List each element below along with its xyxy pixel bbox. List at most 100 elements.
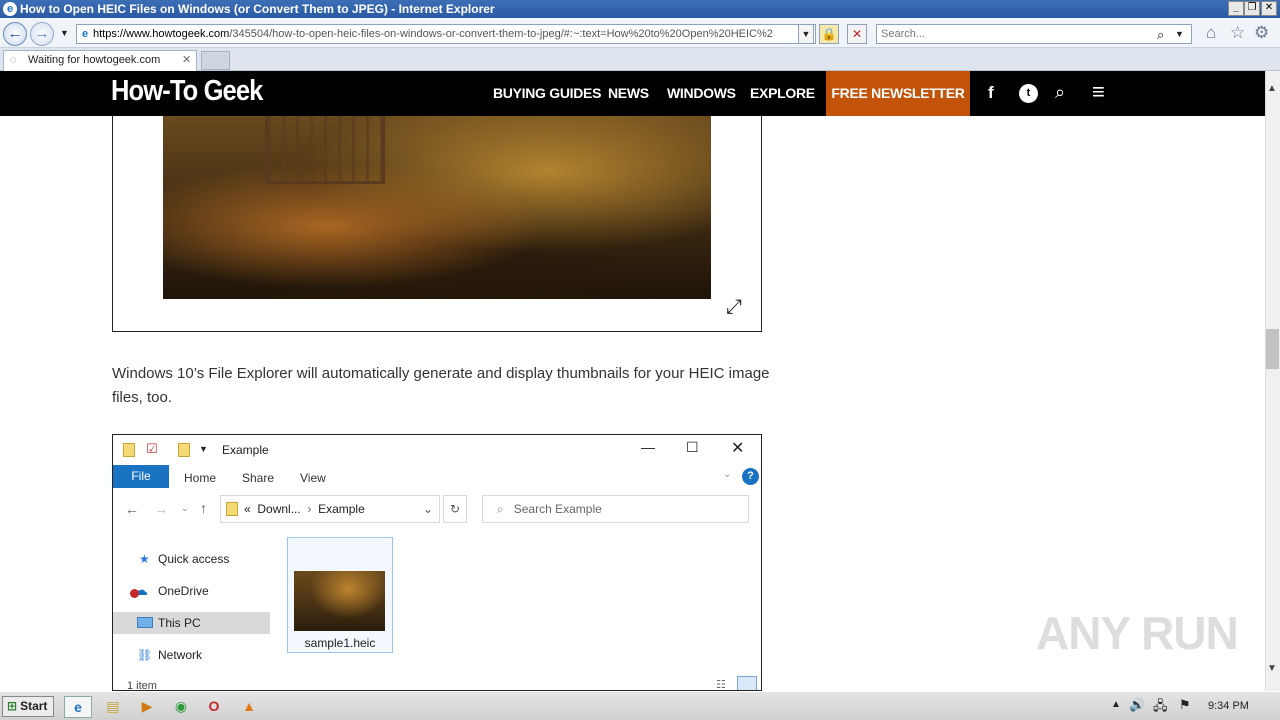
sidebar-network: ⛓ Network: [113, 644, 270, 666]
search-icon[interactable]: ⌕: [1157, 27, 1164, 43]
action-center-flag-icon[interactable]: ⚑: [1179, 697, 1191, 713]
breadcrumb-separator-icon: ›: [307, 502, 312, 516]
taskbar-vlc-icon[interactable]: ▲: [235, 696, 263, 718]
clock[interactable]: 9:34 PM: [1208, 700, 1249, 712]
stop-icon[interactable]: ✕: [847, 24, 867, 44]
breadcrumb-current: Example: [318, 502, 365, 516]
explorer-search-placeholder: Search Example: [513, 502, 602, 516]
explorer-forward-icon: →: [154, 501, 168, 517]
nav-buying-guides[interactable]: BUYING GUIDES: [493, 85, 601, 101]
anyrun-watermark: ANY RUN: [1036, 607, 1239, 659]
explorer-maximize-icon: ☐: [686, 439, 699, 455]
window-title-bar: e How to Open HEIC Files on Windows (or …: [0, 0, 1280, 18]
search-placeholder: Search...: [881, 28, 926, 40]
explorer-address-bar: « Downl... › Example ⌄: [220, 495, 440, 523]
refresh-icon: ↻: [443, 495, 467, 523]
settings-gear-icon[interactable]: ⚙: [1254, 23, 1269, 43]
expand-image-icon[interactable]: ⤢: [726, 296, 742, 319]
address-dropdown-icon[interactable]: ▼: [798, 24, 814, 44]
menu-hamburger-icon[interactable]: ≡: [1092, 81, 1105, 103]
explorer-status: 1 item: [127, 680, 157, 691]
up-arrow-icon: ↑: [200, 500, 207, 516]
restore-button[interactable]: ❐: [1244, 1, 1260, 16]
tab-close-icon[interactable]: ✕: [182, 51, 191, 70]
loading-spinner-icon: ◌: [10, 54, 17, 66]
taskbar-media-icon[interactable]: ▶: [133, 696, 161, 718]
site-header: How-To Geek BUYING GUIDES NEWS WINDOWS E…: [0, 71, 1265, 116]
page-ie-icon: e: [81, 28, 89, 40]
breadcrumb-prefix: «: [244, 502, 251, 516]
search-dropdown-icon[interactable]: ▼: [1175, 29, 1184, 39]
details-view-icon: ☷: [716, 679, 726, 691]
close-window-button[interactable]: ✕: [1261, 1, 1277, 16]
back-arrow-icon[interactable]: ←: [3, 22, 27, 46]
help-icon: ?: [742, 468, 759, 485]
tab-row: ◌ Waiting for howtogeek.com ✕: [0, 48, 1280, 71]
file-name: sample1.heic: [304, 636, 376, 650]
new-tab-button[interactable]: [201, 51, 230, 70]
scroll-up-icon[interactable]: ▲: [1267, 83, 1277, 94]
explorer-title: Example: [222, 443, 269, 457]
home-icon[interactable]: ⌂: [1206, 23, 1216, 43]
computer-icon: [137, 617, 153, 628]
breadcrumb-parent: Downl...: [257, 502, 301, 516]
article-paragraph: Windows 10’s File Explorer will automati…: [112, 365, 770, 406]
error-badge-icon: [130, 589, 139, 598]
taskbar-explorer-icon[interactable]: ▤: [99, 696, 127, 718]
ie-logo-icon: e: [3, 2, 17, 16]
large-icons-view-icon: [737, 676, 757, 690]
window-title: How to Open HEIC Files on Windows (or Co…: [20, 2, 495, 16]
ribbon-share-tab: Share: [242, 471, 275, 485]
nav-windows[interactable]: WINDOWS: [667, 85, 736, 101]
file-thumbnail: [294, 571, 385, 631]
ribbon-expand-chevron-icon: ⌄: [723, 469, 732, 480]
address-host: https://www.howtogeek.com: [93, 28, 230, 40]
forward-arrow-icon[interactable]: →: [30, 22, 54, 46]
volume-icon[interactable]: 🔊: [1129, 697, 1145, 713]
facebook-icon[interactable]: f: [988, 83, 994, 103]
ribbon-view-tab: View: [300, 471, 326, 485]
network-tray-icon[interactable]: 🖧: [1153, 697, 1168, 719]
tab-current[interactable]: ◌ Waiting for howtogeek.com ✕: [3, 50, 197, 71]
address-dropdown-chevron-icon: ⌄: [422, 502, 433, 516]
explorer-back-icon: ←: [125, 501, 139, 517]
site-logo[interactable]: How-To Geek: [111, 75, 263, 108]
favorites-star-icon[interactable]: ☆: [1230, 23, 1245, 43]
address-path: /345504/how-to-open-heic-files-on-window…: [229, 28, 773, 40]
network-icon: ⛓: [137, 648, 153, 662]
tab-label: Waiting for howtogeek.com: [28, 54, 161, 66]
properties-check-icon: ☑: [146, 441, 158, 456]
lock-icon[interactable]: 🔒: [819, 24, 839, 44]
nav-explore[interactable]: EXPLORE: [750, 85, 815, 101]
search-input[interactable]: Search...: [876, 24, 1192, 44]
taskbar: ⊞ Start e ▤ ▶ ◉ O ▲ ▲ 🔊 🖧 ⚑ 9:34 PM: [0, 691, 1280, 720]
recent-locations-icon: ⌄: [181, 503, 189, 513]
twitter-icon[interactable]: t: [1019, 84, 1038, 103]
sidebar-quick-access: ★ Quick access: [113, 548, 270, 570]
minimize-button[interactable]: _: [1228, 1, 1244, 16]
taskbar-chrome-icon[interactable]: ◉: [167, 696, 195, 718]
taskbar-ie-icon[interactable]: e: [64, 696, 92, 718]
address-bar[interactable]: e https://www.howtogeek.com/345504/how-to…: [76, 24, 816, 44]
free-newsletter-button[interactable]: FREE NEWSLETTER: [826, 71, 970, 116]
start-button[interactable]: ⊞ Start: [2, 696, 54, 717]
taskbar-opera-icon[interactable]: O: [200, 696, 228, 718]
explorer-minimize-icon: —: [641, 439, 655, 455]
ribbon-home-tab: Home: [184, 471, 217, 485]
address-folder-icon: [226, 502, 238, 516]
history-dropdown-icon[interactable]: ▼: [60, 28, 69, 38]
windows-logo-icon: ⊞: [7, 699, 18, 713]
explorer-search-icon: ⌕: [497, 502, 504, 516]
scrollbar-thumb[interactable]: [1266, 329, 1279, 369]
search-site-icon[interactable]: ⌕: [1055, 82, 1065, 103]
photo-pavilion-shape: [265, 116, 385, 184]
scroll-down-icon[interactable]: ▼: [1267, 663, 1277, 674]
tray-show-hidden-icon[interactable]: ▲: [1111, 699, 1121, 710]
star-icon: ★: [139, 552, 150, 566]
article-photo: [163, 116, 711, 299]
nav-news[interactable]: NEWS: [608, 85, 649, 101]
vertical-scrollbar[interactable]: ▲ ▼: [1265, 71, 1280, 691]
new-folder-icon: [178, 443, 190, 457]
ribbon-file-tab: File: [113, 465, 169, 488]
sidebar-this-pc: This PC: [113, 612, 270, 634]
